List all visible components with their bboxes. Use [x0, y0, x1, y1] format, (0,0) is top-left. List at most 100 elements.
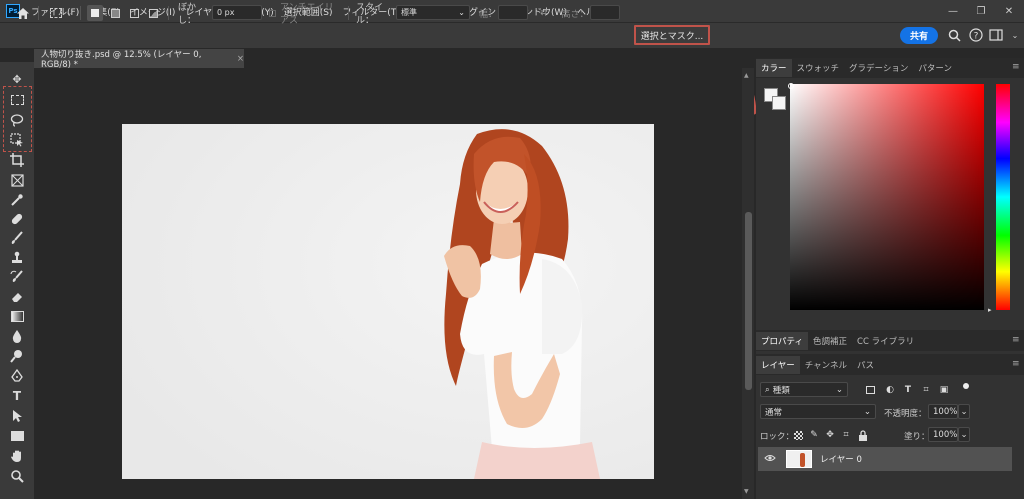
style-dropdown[interactable]: 標準 ⌄: [396, 5, 470, 20]
style-dropdown-value: 標準: [401, 8, 417, 17]
panel-tab[interactable]: パス: [852, 356, 879, 374]
feather-input[interactable]: 0 px: [212, 5, 262, 20]
minimize-button[interactable]: —: [938, 0, 968, 22]
eyedropper-tool-icon[interactable]: [6, 191, 28, 209]
gradient-tool-icon[interactable]: [6, 307, 28, 325]
panel-tab[interactable]: CC ライブラリ: [852, 332, 919, 350]
panel-tab[interactable]: パターン: [913, 59, 957, 77]
layer-name[interactable]: レイヤー 0: [820, 453, 862, 465]
eraser-tool-icon[interactable]: [6, 288, 28, 306]
chevron-down-icon: ⌄: [835, 384, 843, 395]
panel-tab[interactable]: チャンネル: [800, 356, 852, 374]
chevron-down-icon[interactable]: ⌄: [958, 427, 970, 442]
move-tool-icon[interactable]: ✥: [6, 70, 28, 88]
panel-menu-icon[interactable]: ≡: [1012, 359, 1020, 369]
swap-icon[interactable]: ⇄: [536, 5, 552, 21]
new-selection-icon[interactable]: [87, 5, 103, 21]
subtract-selection-icon[interactable]: [126, 5, 142, 21]
lock-position-icon[interactable]: ✥: [824, 429, 836, 441]
blend-mode-value: 通常: [765, 407, 783, 418]
document-tab[interactable]: 人物切り抜き.psd @ 12.5% (レイヤー 0, RGB/8) * ×: [34, 49, 244, 70]
crop-tool-icon[interactable]: [6, 151, 28, 169]
background-color-swatch[interactable]: [772, 96, 786, 110]
hue-slider[interactable]: [996, 84, 1010, 310]
search-icon: ⌕: [765, 384, 770, 395]
panel-tab[interactable]: スウォッチ: [792, 59, 845, 77]
rectangular-marquee-tool-icon[interactable]: [6, 91, 28, 109]
panel-menu-icon[interactable]: ≡: [1012, 62, 1020, 72]
layer-row[interactable]: レイヤー 0: [758, 447, 1012, 471]
antialias-checkbox[interactable]: [268, 5, 276, 21]
color-picker-cursor[interactable]: [788, 83, 794, 89]
filter-toggle-icon[interactable]: [960, 380, 972, 392]
layer-filter-dropdown[interactable]: ⌕ 種類 ⌄: [760, 382, 848, 397]
shape-layer-filter-icon[interactable]: ⌗: [920, 384, 932, 396]
chevron-down-icon[interactable]: ⌄: [1010, 27, 1020, 43]
blend-mode-dropdown[interactable]: 通常 ⌄: [760, 404, 876, 419]
home-icon[interactable]: [14, 5, 32, 21]
panel-tab[interactable]: レイヤー: [756, 356, 800, 374]
color-picker-field[interactable]: [790, 84, 984, 310]
clone-stamp-tool-icon[interactable]: [6, 249, 28, 267]
close-tab-icon[interactable]: ×: [237, 54, 244, 64]
marquee-preset-icon[interactable]: ⌄: [46, 5, 76, 21]
layers-panel-tabs: レイヤー チャンネル パス: [756, 356, 879, 374]
object-selection-tool-icon[interactable]: [6, 131, 28, 149]
panel-tab[interactable]: 色調補正: [808, 332, 852, 350]
width-label: 幅：: [478, 9, 497, 20]
brush-tool-icon[interactable]: [6, 229, 28, 247]
workspace-icon[interactable]: [988, 27, 1004, 43]
rectangle-tool-icon[interactable]: [6, 427, 28, 445]
scrollbar-thumb[interactable]: [745, 212, 752, 390]
zoom-tool-icon[interactable]: [6, 467, 28, 485]
pen-tool-icon[interactable]: [6, 367, 28, 385]
chevron-down-icon: ⌄: [458, 8, 465, 17]
antialias-label: アンチエイリアス: [280, 3, 334, 26]
blur-tool-icon[interactable]: [6, 327, 28, 345]
adjustment-layer-filter-icon[interactable]: ◐: [884, 384, 896, 396]
feather-label: ぼかし：: [178, 3, 197, 26]
opacity-input[interactable]: 100%: [928, 404, 958, 419]
panel-menu-icon[interactable]: ≡: [1012, 335, 1020, 345]
history-brush-tool-icon[interactable]: [6, 268, 28, 286]
woman-photo: [122, 124, 654, 479]
share-button[interactable]: 共有: [900, 27, 938, 44]
smart-object-filter-icon[interactable]: ▣: [938, 384, 950, 396]
maximize-button[interactable]: ❐: [966, 0, 996, 22]
intersect-selection-icon[interactable]: [145, 5, 161, 21]
hue-slider-handle[interactable]: ▸: [988, 306, 992, 314]
width-input[interactable]: [498, 5, 528, 20]
fill-input[interactable]: 100%: [928, 427, 958, 442]
type-tool-icon[interactable]: T: [6, 387, 28, 405]
eye-icon[interactable]: [764, 454, 776, 465]
lock-all-icon[interactable]: [857, 429, 869, 441]
search-icon[interactable]: [946, 27, 962, 43]
help-icon[interactable]: ?: [968, 27, 984, 43]
height-input[interactable]: [590, 5, 620, 20]
pixel-layer-filter-icon[interactable]: [864, 384, 876, 396]
lock-image-pixels-icon[interactable]: ✎: [808, 429, 820, 441]
panel-tab[interactable]: カラー: [756, 59, 792, 77]
color-panel-tabs: カラー スウォッチ グラデーション パターン: [756, 59, 957, 77]
panel-tab[interactable]: グラデーション: [844, 59, 913, 77]
scroll-up-icon[interactable]: ▲: [744, 72, 749, 79]
lock-transparent-pixels-icon[interactable]: [792, 429, 804, 441]
hand-tool-icon[interactable]: [6, 447, 28, 465]
scroll-down-icon[interactable]: ▼: [744, 488, 749, 495]
lasso-tool-icon[interactable]: [6, 111, 28, 129]
lock-label: ロック：: [760, 432, 795, 442]
select-and-mask-button[interactable]: 選択とマスク...: [634, 25, 710, 45]
fill-label: 塗り：: [904, 432, 930, 442]
path-selection-tool-icon[interactable]: [6, 407, 28, 425]
dodge-tool-icon[interactable]: [6, 347, 28, 365]
frame-tool-icon[interactable]: [6, 171, 28, 189]
add-selection-icon[interactable]: [107, 5, 123, 21]
layer-thumbnail: [786, 450, 812, 468]
chevron-down-icon[interactable]: ⌄: [958, 404, 970, 419]
lock-artboard-icon[interactable]: ⌗: [840, 429, 852, 441]
document-image: [122, 124, 654, 479]
close-window-button[interactable]: ✕: [994, 0, 1024, 22]
healing-brush-tool-icon[interactable]: [6, 210, 28, 228]
type-layer-filter-icon[interactable]: T: [902, 384, 914, 396]
panel-tab[interactable]: プロパティ: [756, 332, 808, 350]
